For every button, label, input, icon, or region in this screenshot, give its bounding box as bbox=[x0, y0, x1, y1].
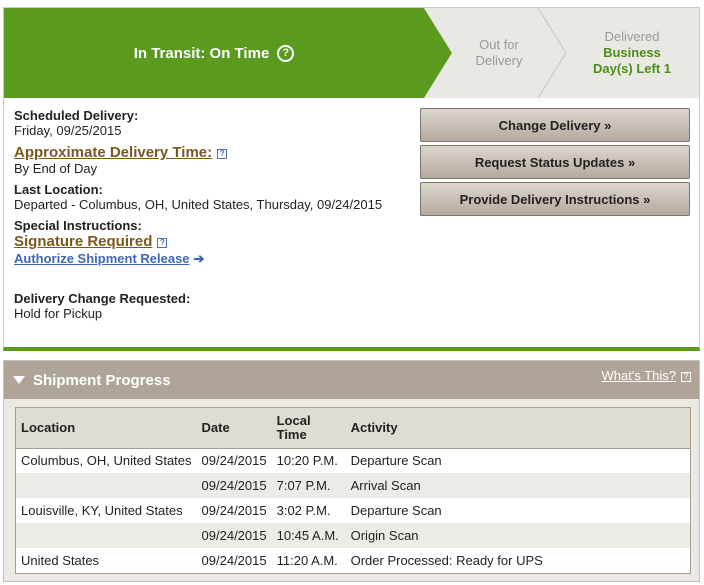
step-delivered-line1: Delivered bbox=[604, 29, 660, 44]
cell-date: 09/24/2015 bbox=[201, 453, 267, 469]
delivery-change-requested-value: Hold for Pickup bbox=[14, 306, 103, 321]
approximate-delivery-time-value: By End of Day bbox=[14, 161, 98, 176]
cell-time: 3:02 P.M. bbox=[276, 503, 331, 518]
table-row: 09/24/2015 10:45 A.M. Origin Scan bbox=[16, 523, 690, 548]
business-days-left-line1: Business bbox=[603, 45, 661, 60]
column-header-activity: Activity bbox=[345, 408, 690, 449]
request-status-updates-button[interactable]: Request Status Updates » bbox=[420, 145, 690, 179]
shipment-progress-title: Shipment Progress bbox=[33, 371, 171, 389]
authorize-shipment-release-label: Authorize Shipment Release bbox=[14, 251, 190, 266]
step-out-line1: Out for bbox=[479, 37, 519, 52]
approximate-delivery-time-link[interactable]: Approximate Delivery Time: bbox=[14, 144, 212, 161]
cell-location bbox=[16, 473, 197, 498]
scheduled-delivery-value: Friday, 09/25/2015 bbox=[14, 123, 122, 138]
step-out-for-delivery: Out for Delivery bbox=[459, 8, 539, 98]
shipment-progress-table-wrap: Location Date Local Time Activity Columbu… bbox=[15, 407, 691, 574]
business-days-left-line2: Day(s) Left 1 bbox=[592, 61, 672, 76]
step-delivered: Delivered Business Day(s) Left 1 bbox=[572, 8, 692, 98]
help-icon[interactable]: ? bbox=[157, 237, 168, 248]
scheduled-delivery-label: Scheduled Delivery: bbox=[14, 108, 139, 123]
change-delivery-button[interactable]: Change Delivery » bbox=[420, 108, 690, 142]
help-icon[interactable]: ? bbox=[217, 148, 228, 159]
tracking-status-card: In Transit: On Time ? Out for Delivery D… bbox=[3, 7, 700, 351]
shipment-progress-table: Location Date Local Time Activity Columbu… bbox=[16, 408, 690, 573]
step-out-line2: Delivery bbox=[475, 53, 523, 68]
help-circle-icon[interactable]: ? bbox=[277, 44, 295, 62]
last-location-label: Last Location: bbox=[14, 182, 103, 197]
cell-location bbox=[16, 523, 197, 548]
delivery-progress-bar: In Transit: On Time ? Out for Delivery D… bbox=[4, 8, 699, 98]
cell-location: Columbus, OH, United States bbox=[21, 453, 192, 469]
cell-location: United States bbox=[21, 553, 100, 568]
whats-this-link[interactable]: What's This?? bbox=[601, 368, 691, 383]
cell-time: 11:20 A.M. bbox=[276, 553, 338, 568]
column-header-local-time-line1: Local bbox=[276, 412, 311, 428]
shipment-progress-header[interactable]: Shipment Progress What's This?? bbox=[4, 361, 699, 399]
cell-time: 7:07 P.M. bbox=[271, 473, 346, 498]
column-header-location: Location bbox=[16, 408, 197, 449]
step-in-transit-label: In Transit: On Time bbox=[133, 44, 270, 62]
cell-activity: Order Processed: Ready for UPS bbox=[350, 553, 543, 568]
signature-required-link[interactable]: Signature Required bbox=[14, 233, 152, 250]
step-in-transit: In Transit: On Time ? bbox=[4, 8, 424, 98]
table-row: United States 09/24/2015 11:20 A.M. Orde… bbox=[16, 548, 690, 573]
cell-date: 09/24/2015 bbox=[201, 503, 267, 518]
table-row: Columbus, OH, United States 09/24/2015 1… bbox=[16, 448, 690, 473]
column-header-date: Date bbox=[196, 408, 272, 449]
cell-time: 10:20 P.M. bbox=[276, 453, 338, 469]
cell-date: 09/24/2015 bbox=[201, 553, 267, 568]
cell-activity: Origin Scan bbox=[345, 523, 690, 548]
authorize-shipment-release-link[interactable]: Authorize Shipment Release ➔ bbox=[14, 251, 204, 266]
shipment-progress-panel: Shipment Progress What's This?? Location… bbox=[3, 360, 700, 582]
collapse-triangle-icon[interactable] bbox=[13, 376, 25, 384]
help-icon: ? bbox=[681, 371, 691, 382]
arrow-right-icon: ➔ bbox=[193, 251, 205, 266]
cell-activity: Departure Scan bbox=[350, 503, 442, 518]
table-row: Louisville, KY, United States 09/24/2015… bbox=[16, 498, 690, 523]
special-instructions-label: Special Instructions: bbox=[14, 218, 142, 233]
cell-time: 10:45 A.M. bbox=[271, 523, 346, 548]
cell-activity: Departure Scan bbox=[350, 453, 442, 469]
whats-this-label: What's This? bbox=[601, 368, 677, 383]
cell-date: 09/24/2015 bbox=[196, 473, 272, 498]
cell-date: 09/24/2015 bbox=[196, 523, 272, 548]
cell-activity: Arrival Scan bbox=[345, 473, 690, 498]
column-header-local-time: Local Time bbox=[271, 408, 346, 449]
table-row: 09/24/2015 7:07 P.M. Arrival Scan bbox=[16, 473, 690, 498]
column-header-local-time-line2: Time bbox=[276, 426, 307, 442]
table-header-row: Location Date Local Time Activity bbox=[16, 408, 690, 449]
provide-delivery-instructions-button[interactable]: Provide Delivery Instructions » bbox=[420, 182, 690, 216]
last-location-value: Departed - Columbus, OH, United States, … bbox=[14, 197, 383, 212]
cell-location: Louisville, KY, United States bbox=[21, 503, 183, 518]
delivery-details: Scheduled Delivery: Friday, 09/25/2015 A… bbox=[14, 108, 414, 325]
delivery-change-requested-label: Delivery Change Requested: bbox=[14, 291, 191, 306]
